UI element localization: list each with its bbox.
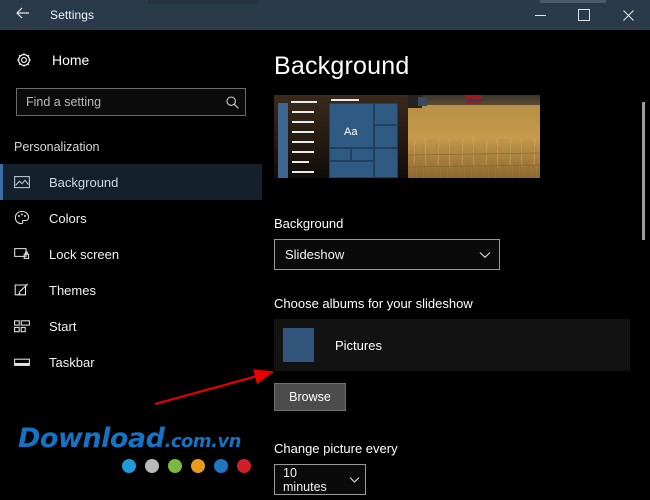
sidebar-item-label: Taskbar [49, 355, 95, 370]
albums-list[interactable]: Pictures [274, 319, 630, 371]
preview-tile: Aa [329, 103, 374, 148]
start-menu-line [292, 121, 314, 123]
sidebar-item-themes[interactable]: Themes [0, 272, 262, 308]
sidebar-item-label: Colors [49, 211, 87, 226]
maximize-icon [578, 9, 590, 21]
preview-tile-text: Aa [344, 126, 357, 138]
search-icon[interactable] [219, 95, 245, 110]
close-icon [623, 10, 634, 21]
preview-tile [374, 148, 398, 178]
content-scrollbar[interactable] [639, 30, 648, 500]
background-field-label: Background [274, 216, 650, 231]
chevron-down-icon [343, 476, 365, 484]
back-arrow-icon [15, 6, 31, 25]
minimize-button[interactable] [518, 0, 562, 30]
start-tiles-icon [14, 320, 36, 333]
preview-tile [329, 148, 351, 161]
preview-tile [374, 125, 398, 148]
window-body: Home Personalization [0, 30, 650, 500]
titlebar-top-strip [148, 0, 258, 4]
chevron-down-icon [471, 251, 499, 259]
preview-tile [329, 161, 374, 178]
palette-icon [14, 210, 36, 226]
close-button[interactable] [606, 0, 650, 30]
sidebar-item-taskbar[interactable]: Taskbar [0, 344, 262, 380]
interval-dropdown[interactable]: 10 minutes [274, 464, 366, 495]
image-icon [14, 175, 36, 189]
back-button[interactable] [0, 0, 46, 30]
scrollbar-thumb[interactable] [642, 102, 645, 240]
sidebar-item-lock-screen[interactable]: Lock screen [0, 236, 262, 272]
window-title: Settings [50, 8, 94, 22]
wallpaper-preview [408, 95, 540, 178]
background-preview: Aa [274, 95, 540, 178]
start-menu-accent-strip [278, 103, 288, 178]
background-type-dropdown[interactable]: Slideshow [274, 239, 500, 270]
sidebar-item-background[interactable]: Background [0, 164, 262, 200]
page-title: Background [274, 52, 650, 81]
lock-screen-icon [14, 247, 36, 261]
title-bar: Settings [0, 0, 650, 30]
sidebar-item-label: Lock screen [49, 247, 119, 262]
sidebar-item-label: Themes [49, 283, 96, 298]
titlebar-top-strip-right [540, 0, 606, 3]
start-menu-line [292, 131, 314, 133]
background-type-value: Slideshow [275, 247, 471, 262]
albums-field-label: Choose albums for your slideshow [274, 296, 650, 311]
sidebar-item-colors[interactable]: Colors [0, 200, 262, 236]
start-menu-line [292, 161, 309, 163]
start-menu-tiles: Aa [329, 103, 408, 178]
sidebar-section-title: Personalization [0, 116, 262, 164]
maximize-button[interactable] [562, 0, 606, 30]
start-menu-line [292, 141, 314, 143]
preview-tile [374, 103, 398, 125]
taskbar-icon [14, 357, 36, 368]
start-menu-line [292, 151, 314, 153]
search-box[interactable] [16, 88, 246, 116]
themes-brush-icon [14, 283, 36, 298]
start-menu-line [291, 101, 317, 103]
sidebar-item-label: Background [49, 175, 118, 190]
wheat-field-image [408, 95, 540, 178]
preview-tile [351, 148, 374, 161]
search-input[interactable] [17, 94, 219, 110]
album-thumbnail [283, 328, 314, 362]
start-menu-line [292, 171, 314, 173]
minimize-icon [535, 15, 546, 16]
sidebar: Home Personalization [0, 30, 262, 500]
interval-value: 10 minutes [275, 466, 343, 494]
sidebar-home-label: Home [52, 52, 89, 68]
interval-field-label: Change picture every [274, 441, 650, 456]
start-menu-line [292, 111, 314, 113]
start-menu-top-line [331, 99, 359, 101]
sidebar-item-start[interactable]: Start [0, 308, 262, 344]
settings-content-pane: Background Aa [262, 30, 650, 500]
browse-button[interactable]: Browse [274, 383, 346, 411]
list-item[interactable]: Pictures [274, 328, 382, 362]
window-controls [518, 0, 650, 30]
album-name: Pictures [335, 338, 382, 353]
gear-icon [16, 52, 38, 68]
sidebar-item-label: Start [49, 319, 76, 334]
start-menu-preview: Aa [274, 95, 408, 178]
settings-window: Settings [0, 0, 650, 500]
sidebar-item-home[interactable]: Home [0, 44, 262, 76]
